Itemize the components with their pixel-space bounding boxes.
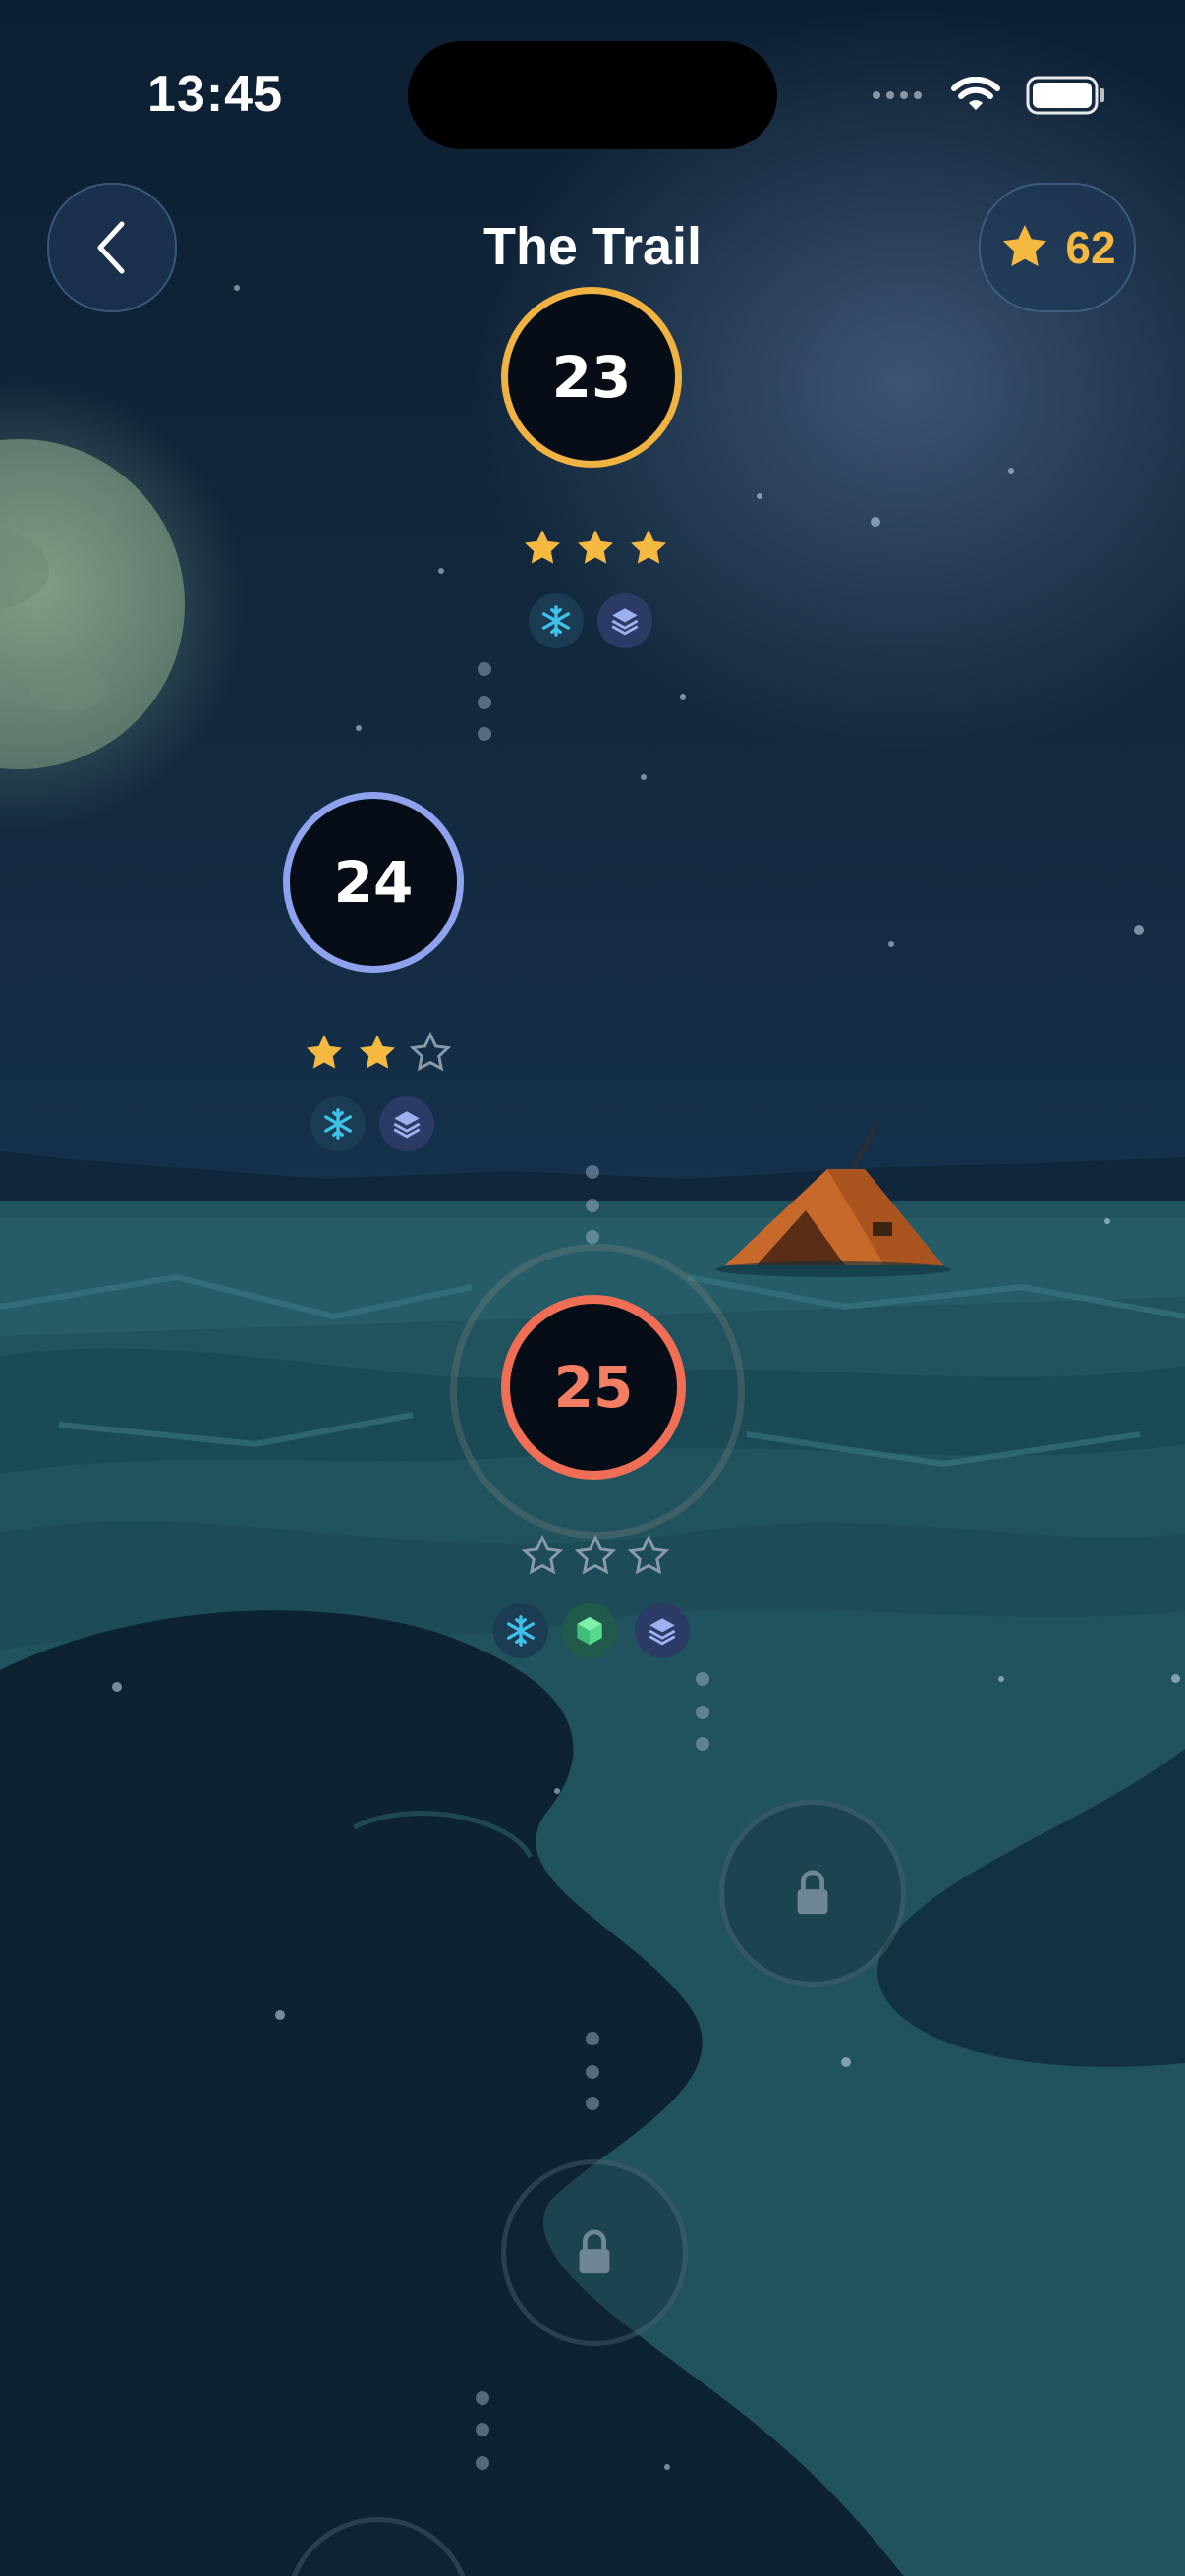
star-speck xyxy=(438,568,444,574)
path-dot xyxy=(478,662,491,676)
level-24-stars xyxy=(303,1032,452,1075)
path-dot xyxy=(586,1199,599,1212)
level-number: 24 xyxy=(333,849,414,916)
level-number: 25 xyxy=(553,1354,634,1421)
star-speck xyxy=(1008,468,1014,474)
stars-total-badge[interactable]: 62 xyxy=(979,183,1136,312)
star-outline-icon xyxy=(627,1535,670,1575)
path-dot xyxy=(586,2065,599,2079)
lock-icon xyxy=(797,1870,828,1915)
path-dot xyxy=(586,2097,599,2110)
star-speck xyxy=(275,2010,285,2020)
star-icon xyxy=(1003,225,1047,267)
star-filled-icon xyxy=(307,1035,342,1069)
path-dot xyxy=(476,2456,489,2470)
path-dot xyxy=(586,1165,599,1179)
star-speck xyxy=(871,517,880,527)
status-icons xyxy=(871,71,1106,120)
dynamic-island xyxy=(408,41,777,149)
star-speck xyxy=(641,774,647,780)
level-node-23[interactable]: 23 xyxy=(501,287,682,468)
battery-icon xyxy=(1026,76,1104,115)
layers-icon xyxy=(635,1603,690,1658)
star-speck xyxy=(1171,1674,1180,1683)
star-speck xyxy=(356,725,362,731)
stars-total-count: 62 xyxy=(1065,222,1116,273)
star-speck xyxy=(757,493,762,499)
star-speck xyxy=(1134,925,1144,935)
wifi-icon xyxy=(951,77,1000,110)
path-dot xyxy=(478,696,491,709)
star-speck xyxy=(1104,1218,1110,1224)
star-speck xyxy=(234,285,240,291)
star-speck xyxy=(998,1676,1004,1682)
status-time: 13:45 xyxy=(147,66,283,123)
cube-icon xyxy=(562,1603,617,1658)
level-node-locked[interactable] xyxy=(719,1800,906,1987)
path-dot xyxy=(696,1706,709,1719)
star-filled-icon xyxy=(578,530,613,564)
path-dot xyxy=(478,727,491,741)
path-dot xyxy=(586,2032,599,2045)
path-dot xyxy=(696,1672,709,1686)
signal-dots-icon xyxy=(873,91,922,99)
star-filled-icon xyxy=(631,530,666,564)
star-speck xyxy=(888,941,894,947)
path-dot xyxy=(476,2423,489,2436)
snowflake-icon xyxy=(529,593,584,648)
layers-icon xyxy=(597,593,652,648)
star-speck xyxy=(112,1682,122,1692)
star-outline-icon xyxy=(574,1535,617,1575)
star-outline-icon xyxy=(409,1032,452,1072)
path-dot xyxy=(476,2391,489,2405)
star-speck xyxy=(664,2464,670,2470)
star-speck xyxy=(841,2057,851,2067)
snowflake-icon xyxy=(310,1096,366,1151)
level-25-stars xyxy=(521,1535,670,1578)
level-number: 23 xyxy=(551,344,632,411)
path-dot xyxy=(696,1737,709,1751)
level-23-stars xyxy=(521,527,670,570)
star-outline-icon xyxy=(521,1535,564,1575)
snowflake-icon xyxy=(493,1603,548,1658)
layers-icon xyxy=(379,1096,434,1151)
level-node-25[interactable]: 25 xyxy=(501,1295,686,1480)
lock-icon xyxy=(579,2229,610,2274)
level-node-locked[interactable] xyxy=(501,2159,688,2346)
star-filled-icon xyxy=(525,530,560,564)
trail-screen: 13:45 The Trail 62 23 24 25 xyxy=(0,0,1185,2576)
star-filled-icon xyxy=(360,1035,395,1069)
star-speck xyxy=(554,1788,560,1794)
level-node-24[interactable]: 24 xyxy=(283,792,464,973)
star-speck xyxy=(680,694,686,700)
path-dot xyxy=(586,1230,599,1244)
